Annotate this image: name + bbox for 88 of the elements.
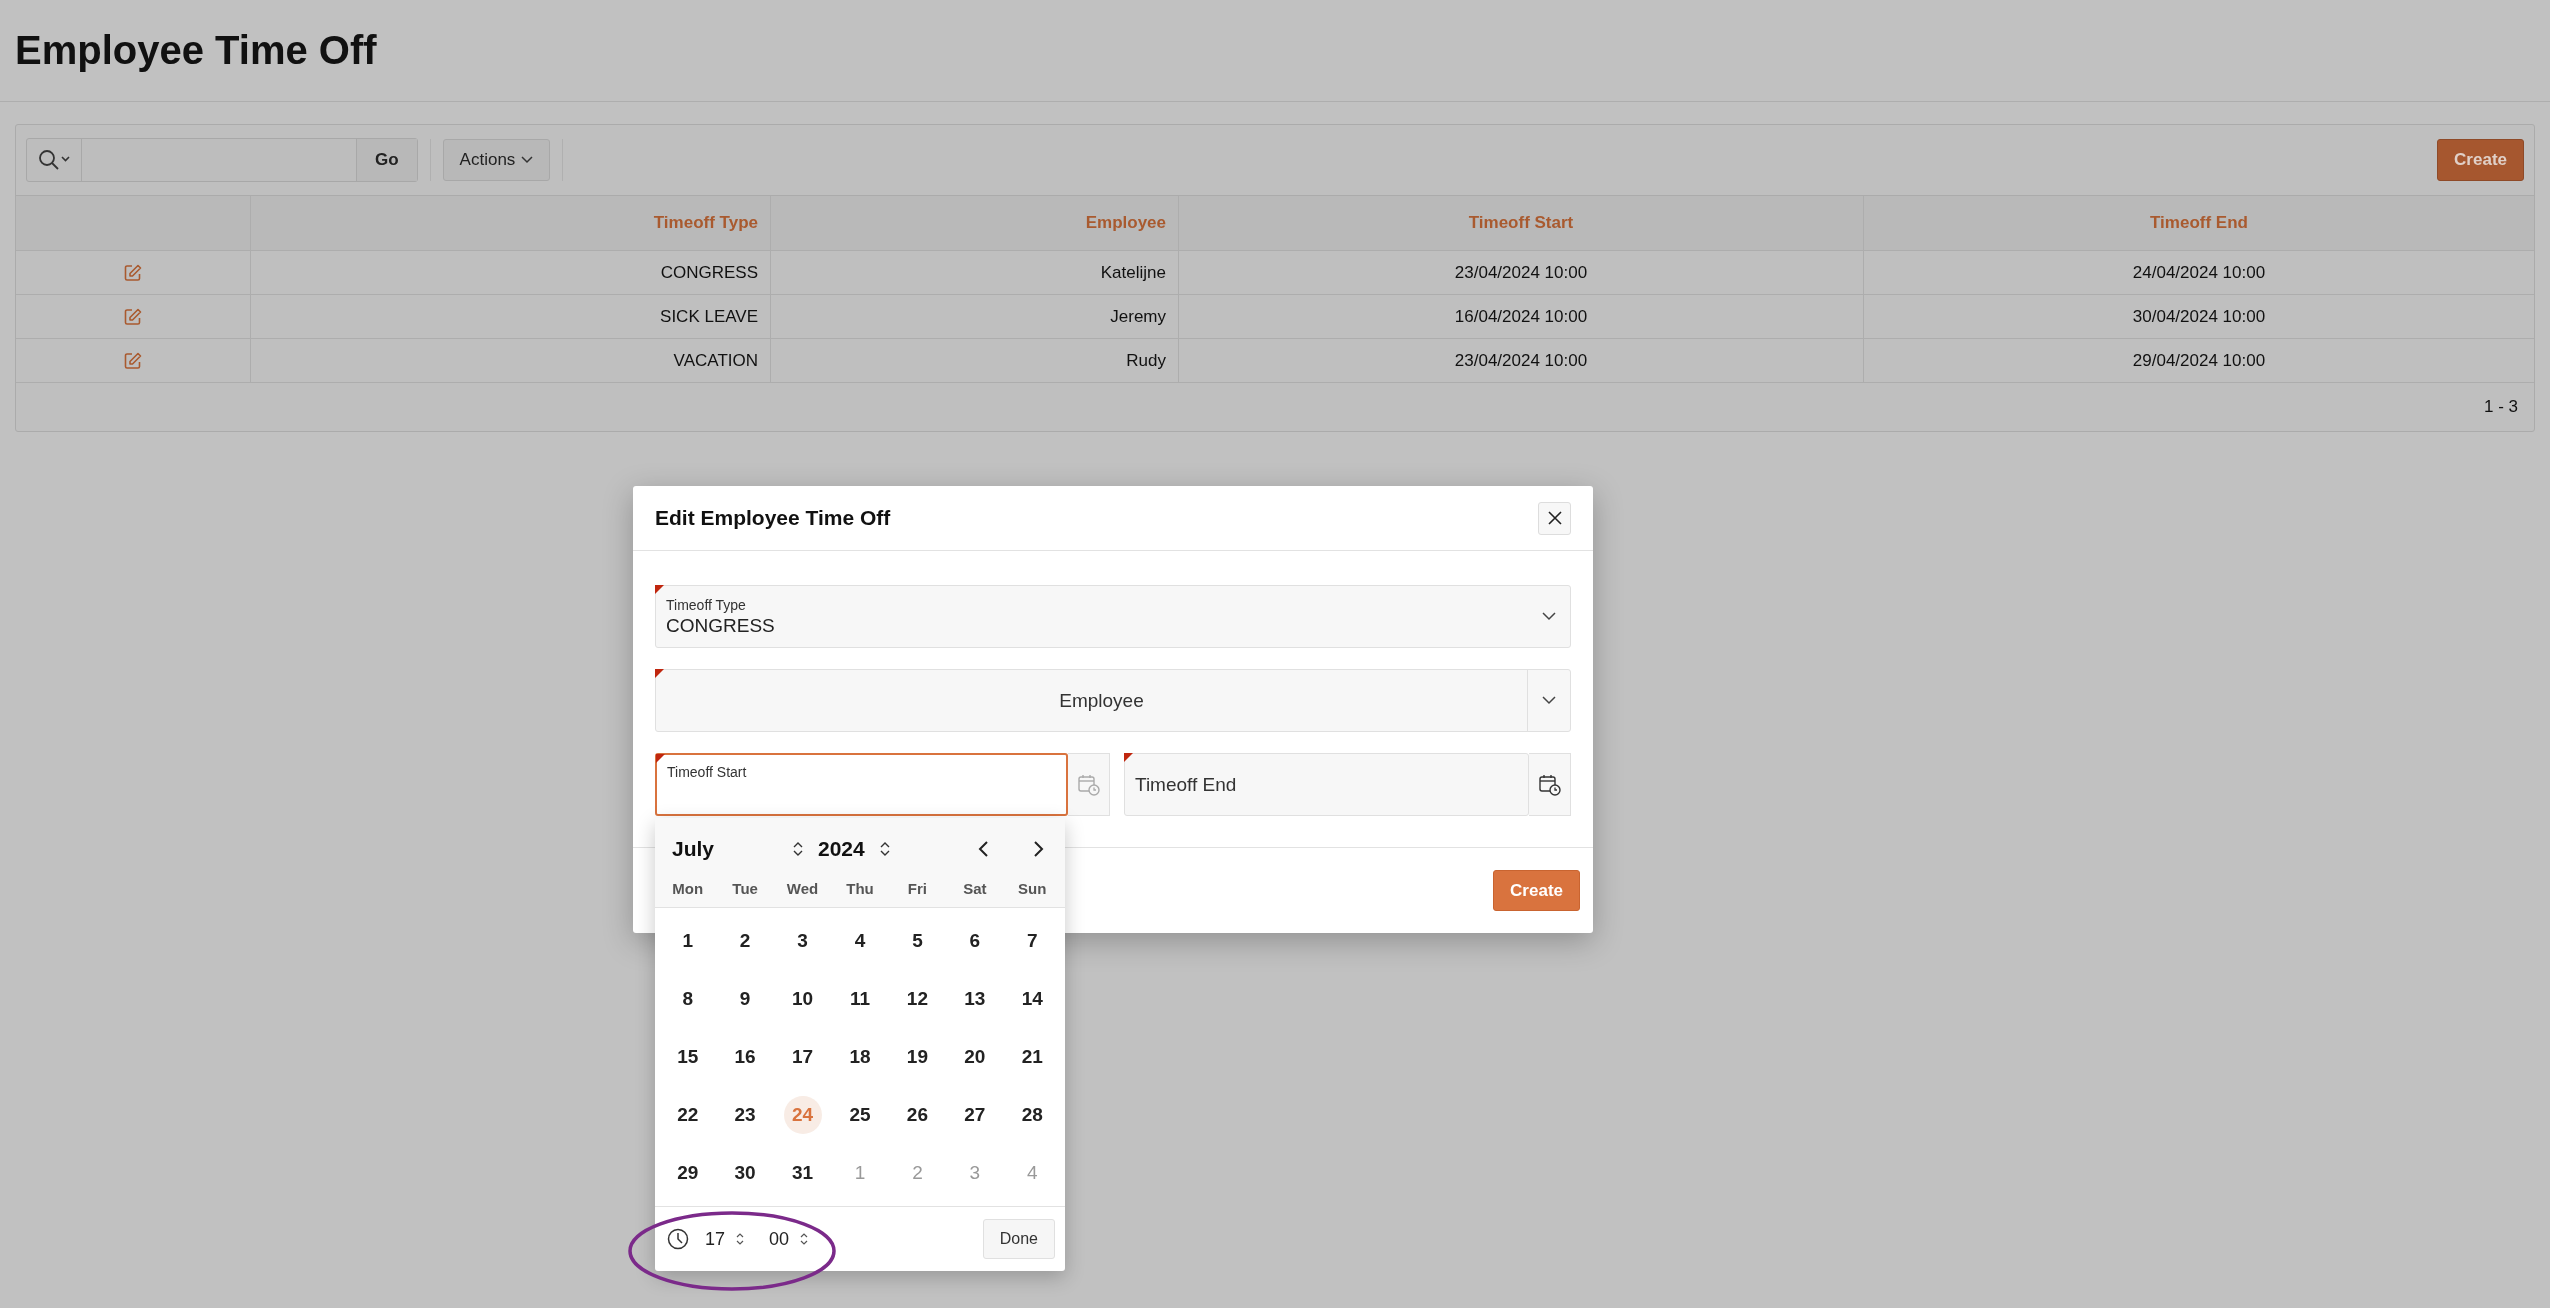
calendar-day[interactable]: 20 bbox=[955, 1038, 994, 1076]
chevron-down-icon bbox=[521, 156, 534, 164]
calendar-day[interactable]: 15 bbox=[668, 1038, 707, 1076]
calendar-day[interactable]: 28 bbox=[1013, 1096, 1052, 1134]
calendar-day[interactable]: 2 bbox=[726, 922, 765, 960]
calendar-day[interactable]: 27 bbox=[955, 1096, 994, 1134]
done-button[interactable]: Done bbox=[982, 1219, 1055, 1259]
calendar-day[interactable]: 26 bbox=[898, 1096, 937, 1134]
field-label: Timeoff End bbox=[1134, 773, 1237, 796]
search-icon[interactable] bbox=[37, 148, 71, 172]
calendar-day[interactable]: 8 bbox=[668, 980, 707, 1018]
chevron-down-icon bbox=[1542, 612, 1556, 621]
table-cell: CONGRESS bbox=[250, 250, 771, 295]
calendar-day[interactable]: 17 bbox=[783, 1038, 822, 1076]
dialog-title: Edit Employee Time Off bbox=[655, 506, 892, 530]
calendar-day[interactable]: 12 bbox=[898, 980, 937, 1018]
weekday-label: Mon bbox=[671, 880, 705, 897]
table-cell: 23/04/2024 10:00 bbox=[1178, 338, 1864, 382]
year-select[interactable]: 2024 bbox=[818, 837, 865, 861]
calendar-day[interactable]: 13 bbox=[955, 980, 994, 1018]
field-value: CONGRESS bbox=[666, 614, 776, 637]
calendar-button[interactable] bbox=[1529, 753, 1571, 816]
table-cell: 24/04/2024 10:00 bbox=[1863, 250, 2534, 295]
date-field[interactable]: Timeoff End bbox=[1124, 753, 1529, 816]
calendar-day[interactable]: 14 bbox=[1013, 980, 1052, 1018]
edit-icon[interactable] bbox=[123, 350, 143, 371]
table-cell: Katelijne bbox=[770, 250, 1179, 295]
field-label: Timeoff Type bbox=[666, 596, 747, 613]
close-button[interactable] bbox=[1538, 501, 1571, 535]
table-cell: 16/04/2024 10:00 bbox=[1178, 294, 1864, 339]
calendar-day[interactable]: 18 bbox=[841, 1038, 879, 1076]
calendar-day[interactable]: 10 bbox=[783, 980, 822, 1018]
weekday-label: Fri bbox=[906, 880, 928, 897]
weekday-label: Sun bbox=[1017, 880, 1048, 897]
calendar-day[interactable]: 21 bbox=[1013, 1038, 1052, 1076]
previous-month-icon[interactable] bbox=[977, 839, 991, 859]
calendar-clock-icon bbox=[1537, 772, 1562, 797]
table-cell: 29/04/2024 10:00 bbox=[1863, 338, 2534, 382]
table-cell: 30/04/2024 10:00 bbox=[1863, 294, 2534, 339]
calendar-day[interactable]: 11 bbox=[841, 980, 879, 1018]
updown-icon[interactable] bbox=[799, 1231, 810, 1247]
select-field[interactable]: Timeoff Type CONGRESS bbox=[655, 585, 1571, 648]
edit-icon[interactable] bbox=[123, 262, 143, 283]
clock-icon bbox=[667, 1228, 689, 1250]
table-cell: 23/04/2024 10:00 bbox=[1178, 250, 1864, 295]
minute-select[interactable]: 00 bbox=[769, 1228, 790, 1250]
calendar-day[interactable]: 16 bbox=[726, 1038, 765, 1076]
calendar-day[interactable]: 29 bbox=[668, 1154, 707, 1192]
go-button[interactable]: Go bbox=[356, 139, 417, 181]
calendar-day[interactable]: 1 bbox=[668, 922, 707, 960]
updown-icon[interactable] bbox=[878, 840, 891, 858]
close-icon bbox=[1546, 510, 1563, 526]
updown-icon[interactable] bbox=[792, 840, 804, 858]
calendar-day[interactable]: 23 bbox=[726, 1096, 765, 1134]
next-month-icon[interactable] bbox=[1031, 839, 1045, 859]
chevron-down-icon bbox=[1542, 696, 1556, 705]
date-field[interactable]: Timeoff Start bbox=[655, 753, 1068, 816]
pagination-range: 1 - 3 bbox=[2483, 397, 2518, 417]
calendar-day[interactable]: 6 bbox=[955, 922, 994, 960]
calendar-day[interactable]: 9 bbox=[726, 980, 765, 1018]
page-title: Employee Time Off bbox=[15, 28, 377, 73]
field-label: Timeoff Start bbox=[667, 764, 747, 780]
weekday-label: Sat bbox=[962, 880, 988, 897]
weekday-label: Tue bbox=[731, 880, 759, 897]
calendar-day[interactable]: 19 bbox=[898, 1038, 937, 1076]
hour-select[interactable]: 17 bbox=[705, 1228, 726, 1250]
table-cell: VACATION bbox=[250, 338, 771, 382]
calendar-day[interactable]: 30 bbox=[726, 1154, 765, 1192]
weekday-label: Thu bbox=[845, 880, 875, 897]
calendar-day[interactable]: 7 bbox=[1013, 922, 1052, 960]
table-cell: Rudy bbox=[770, 338, 1179, 382]
table-cell: SICK LEAVE bbox=[250, 294, 771, 339]
calendar-day[interactable]: 3 bbox=[783, 922, 822, 960]
table-cell: Jeremy bbox=[770, 294, 1179, 339]
edit-icon[interactable] bbox=[123, 306, 143, 327]
actions-button[interactable]: Actions bbox=[442, 139, 551, 181]
calendar-day[interactable]: 5 bbox=[898, 922, 937, 960]
calendar-day[interactable]: 22 bbox=[668, 1096, 707, 1134]
calendar-day[interactable]: 31 bbox=[783, 1154, 822, 1192]
weekday-label: Wed bbox=[785, 880, 820, 897]
updown-icon[interactable] bbox=[735, 1231, 746, 1247]
select-field[interactable]: Employee bbox=[655, 669, 1571, 732]
calendar-day[interactable]: 4 bbox=[841, 922, 879, 960]
calendar-clock-icon bbox=[1076, 772, 1101, 797]
field-label: Employee bbox=[1058, 689, 1144, 712]
search-field[interactable]: Go bbox=[26, 138, 418, 182]
calendar-day[interactable]: 25 bbox=[841, 1096, 879, 1134]
month-select[interactable]: July bbox=[672, 837, 778, 861]
